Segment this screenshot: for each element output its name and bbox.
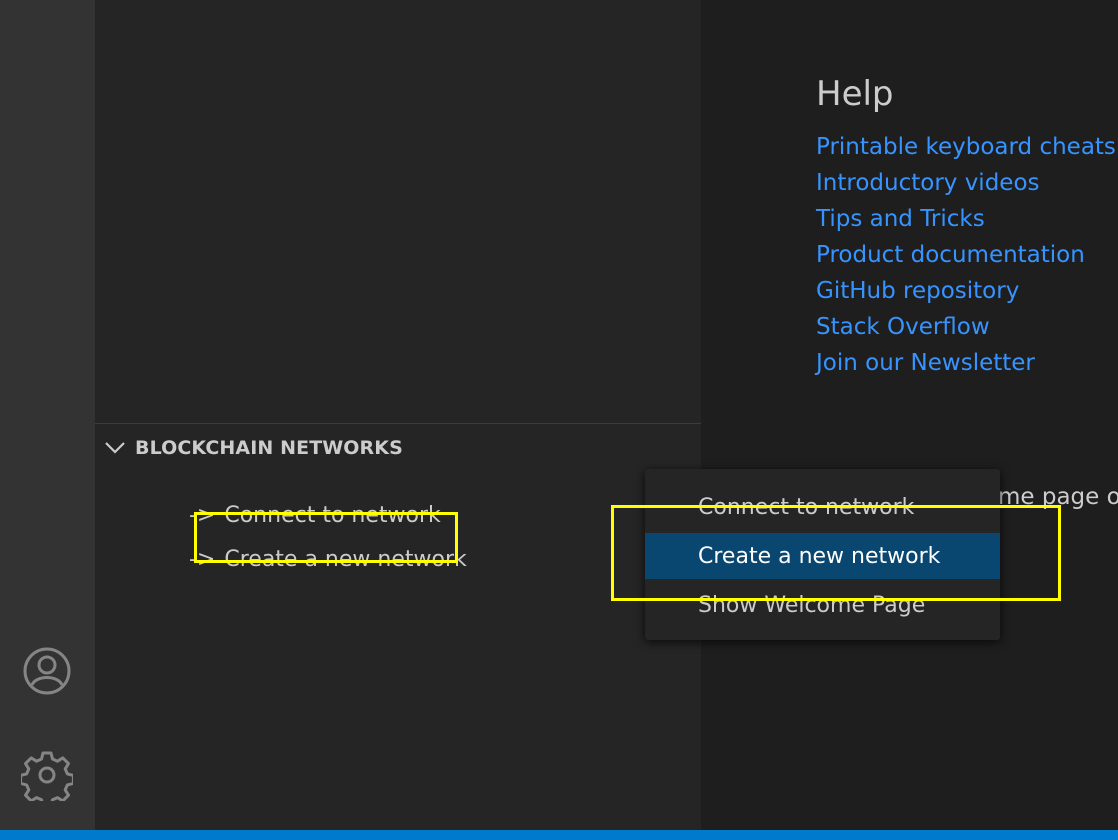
section-divider bbox=[95, 423, 701, 424]
help-link-tips-and-tricks[interactable]: Tips and Tricks bbox=[816, 202, 1118, 238]
activity-bar bbox=[0, 0, 95, 830]
tree-item-create-network[interactable]: -> Create a new network bbox=[161, 522, 467, 597]
section-title: BLOCKCHAIN NETWORKS bbox=[135, 437, 403, 459]
gear-icon bbox=[21, 751, 73, 801]
chevron-down-icon bbox=[105, 442, 125, 454]
welcome-page-partial-text: me page o bbox=[998, 484, 1118, 510]
status-bar bbox=[0, 830, 1118, 840]
context-menu: Connect to network Create a new network … bbox=[645, 469, 1000, 640]
help-link-stack-overflow[interactable]: Stack Overflow bbox=[816, 310, 1118, 346]
menu-item-label: Create a new network bbox=[698, 543, 941, 569]
manage-button[interactable] bbox=[20, 748, 74, 802]
editor-welcome-page: Help Printable keyboard cheatsh Introduc… bbox=[701, 0, 1118, 830]
help-links: Printable keyboard cheatsh Introductory … bbox=[816, 130, 1118, 382]
help-link-github-repository[interactable]: GitHub repository bbox=[816, 274, 1118, 310]
sidebar: BLOCKCHAIN NETWORKS -> Connect to network… bbox=[95, 0, 701, 830]
menu-item-show-welcome-page[interactable]: Show Welcome Page bbox=[645, 582, 1000, 628]
help-link-introductory-videos[interactable]: Introductory videos bbox=[816, 166, 1118, 202]
tree-item-arrow: -> bbox=[188, 547, 216, 572]
menu-item-label: Show Welcome Page bbox=[698, 592, 926, 618]
help-link-keyboard-cheatsheet[interactable]: Printable keyboard cheatsh bbox=[816, 130, 1118, 166]
blockchain-networks-header[interactable]: BLOCKCHAIN NETWORKS bbox=[103, 433, 403, 463]
help-link-newsletter[interactable]: Join our Newsletter bbox=[816, 346, 1118, 382]
tree-item-label: Create a new network bbox=[224, 547, 467, 572]
menu-item-connect-to-network[interactable]: Connect to network bbox=[645, 484, 1000, 530]
help-heading: Help bbox=[816, 74, 894, 114]
menu-item-create-network[interactable]: Create a new network bbox=[645, 533, 1000, 579]
help-link-product-documentation[interactable]: Product documentation bbox=[816, 238, 1118, 274]
account-icon bbox=[23, 647, 71, 695]
menu-item-label: Connect to network bbox=[698, 494, 915, 520]
accounts-button[interactable] bbox=[20, 644, 74, 698]
